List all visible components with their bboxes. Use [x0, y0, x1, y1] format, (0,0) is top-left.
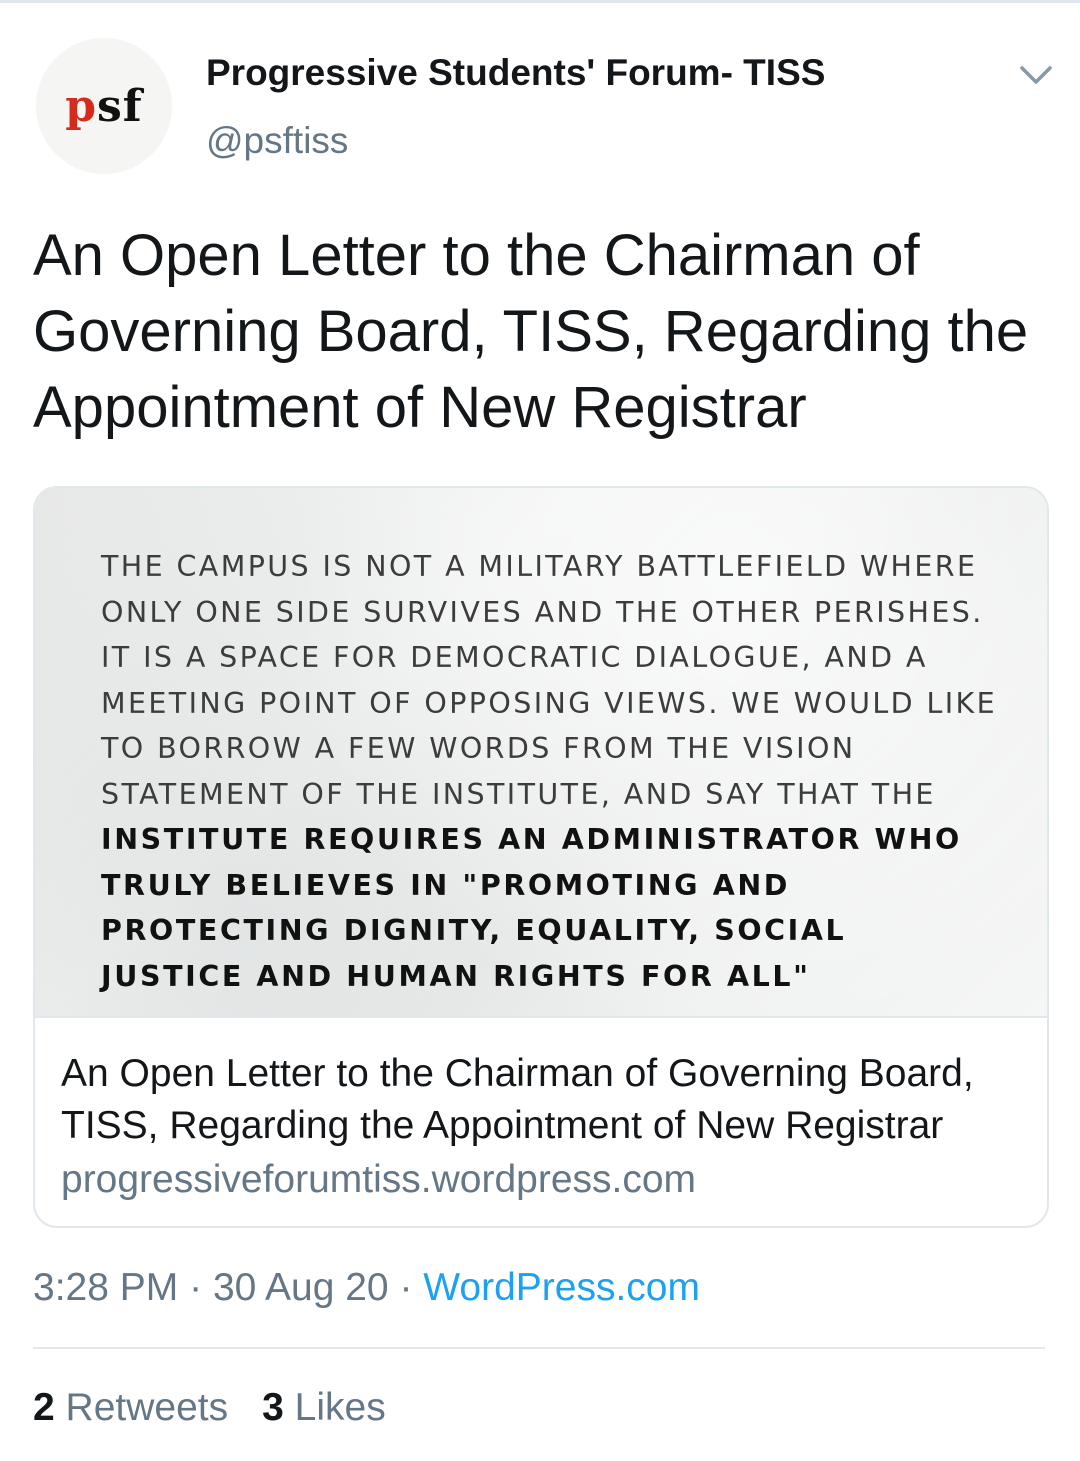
tweet-source-link[interactable]: WordPress.com — [423, 1266, 700, 1309]
retweets-label: Retweets — [65, 1386, 229, 1429]
tweet-time: 3:28 PM — [33, 1266, 179, 1309]
retweets-count: 2 — [33, 1386, 55, 1429]
account-handle[interactable]: @psftiss — [206, 120, 348, 162]
link-card[interactable]: THE CAMPUS IS NOT A MILITARY BATTLEFIELD… — [33, 486, 1049, 1228]
card-title: An Open Letter to the Chairman of Govern… — [61, 1052, 974, 1147]
tweet-meta: 3:28 PM · 30 Aug 20 · WordPress.com — [33, 1266, 700, 1310]
account-name[interactable]: Progressive Students' Forum- TISS — [206, 52, 825, 94]
retweets-stat[interactable]: 2 Retweets — [33, 1386, 228, 1429]
meta-separator: · — [399, 1266, 413, 1309]
likes-label: Likes — [294, 1386, 386, 1429]
card-image: THE CAMPUS IS NOT A MILITARY BATTLEFIELD… — [35, 488, 1047, 1016]
tweet-stats: 2 Retweets 3 Likes — [33, 1386, 386, 1430]
tweet-text: An Open Letter to the Chairman of Govern… — [33, 223, 1029, 440]
top-divider — [0, 0, 1080, 3]
likes-count: 3 — [262, 1386, 284, 1429]
card-divider — [35, 1016, 1047, 1018]
card-domain: progressiveforumtiss.wordpress.com — [61, 1158, 697, 1201]
meta-separator: · — [189, 1266, 203, 1309]
likes-stat[interactable]: 3 Likes — [262, 1386, 386, 1429]
stats-divider — [33, 1347, 1045, 1349]
tweet-date: 30 Aug 20 — [212, 1266, 389, 1309]
avatar-logo: psf — [65, 80, 143, 132]
avatar[interactable]: psf — [36, 38, 172, 174]
chevron-down-icon[interactable] — [1016, 60, 1056, 90]
card-image-quote: THE CAMPUS IS NOT A MILITARY BATTLEFIELD… — [101, 550, 998, 993]
